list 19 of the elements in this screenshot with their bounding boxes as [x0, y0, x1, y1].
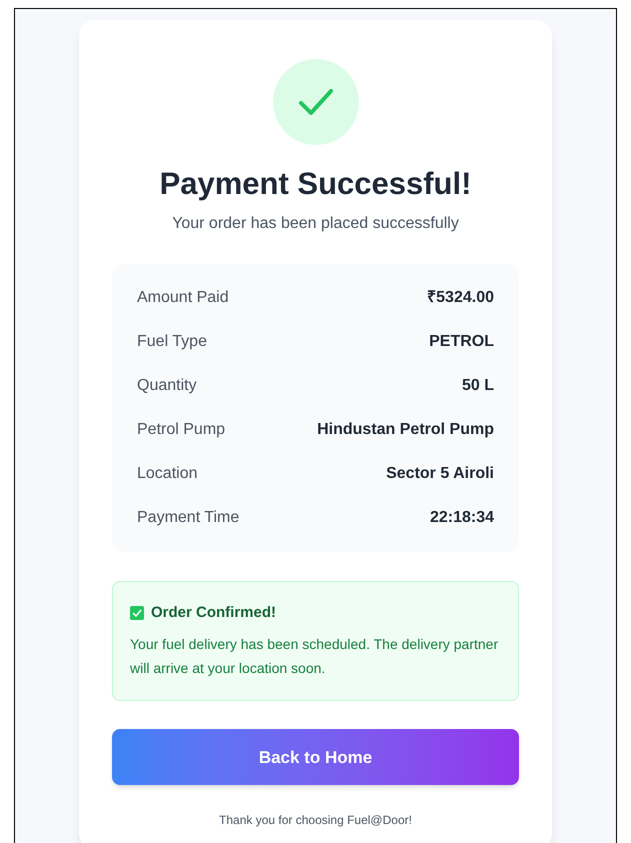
detail-value: ₹5324.00 [427, 288, 494, 308]
notice-message: Your fuel delivery has been scheduled. The delivery partner will arrive at your location soon. [130, 635, 500, 678]
page-title: Payment Successful! [160, 165, 472, 203]
detail-value: 50 L [462, 376, 494, 396]
detail-value: Sector 5 Airoli [386, 464, 494, 484]
footer-text: Thank you for choosing Fuel@Door! [219, 812, 412, 830]
detail-value: 22:18:34 [430, 508, 494, 528]
detail-label: Quantity [137, 376, 197, 396]
subtitle: Your order has been placed successfully [172, 214, 459, 234]
detail-value: Hindustan Petrol Pump [317, 420, 494, 440]
back-to-home-button[interactable]: Back to Home [112, 729, 519, 786]
notice-title: Order Confirmed! [151, 602, 276, 623]
check-icon [298, 88, 334, 116]
detail-label: Fuel Type [137, 332, 207, 352]
detail-label: Location [137, 464, 198, 484]
detail-label: Payment Time [137, 508, 240, 528]
detail-label: Amount Paid [137, 288, 229, 308]
detail-label: Petrol Pump [137, 420, 226, 440]
detail-value: PETROL [429, 332, 494, 352]
